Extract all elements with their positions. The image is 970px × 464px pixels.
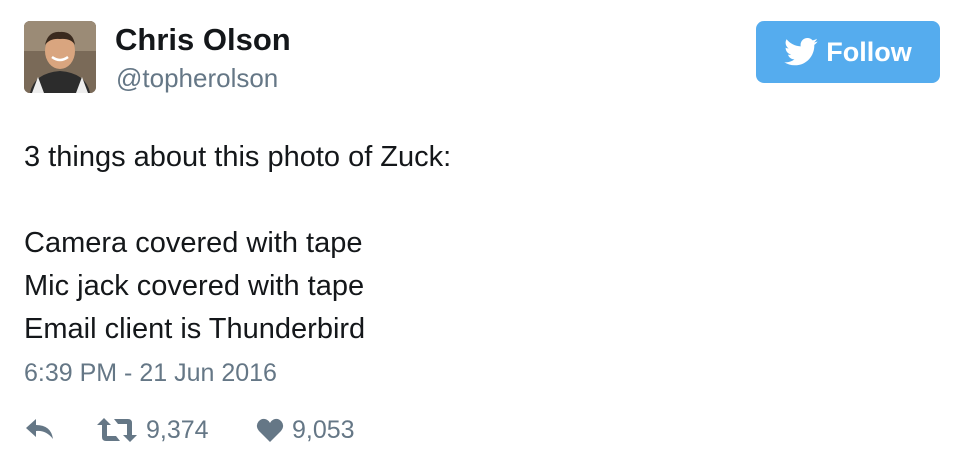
- tweet-card: Chris Olson @topherolson Follow 3 things…: [0, 0, 970, 464]
- reply-button[interactable]: [24, 412, 56, 448]
- heart-icon: [256, 418, 284, 442]
- retweet-button[interactable]: 9,374: [96, 412, 209, 448]
- tweet-line: [24, 179, 451, 222]
- tweet-actions: 9,374 9,053: [24, 412, 524, 448]
- tweet-line: Email client is Thunderbird: [24, 313, 366, 345]
- retweet-count: 9,374: [146, 415, 209, 444]
- author-name[interactable]: Chris Olson: [115, 22, 291, 58]
- tweet-line: Camera covered with tape: [24, 227, 363, 259]
- tweet-text: 3 things about this photo of Zuck: Camer…: [24, 136, 451, 351]
- author-handle[interactable]: @topherolson: [116, 62, 278, 94]
- twitter-bird-icon: [784, 38, 819, 66]
- tweet-line: 3 things about this photo of Zuck:: [24, 141, 452, 173]
- tweet-line: Mic jack covered with tape: [24, 270, 365, 302]
- profile-photo-icon: [24, 21, 96, 93]
- like-button[interactable]: 9,053: [256, 412, 355, 448]
- avatar[interactable]: [24, 21, 96, 93]
- retweet-icon: [97, 418, 137, 442]
- follow-button[interactable]: Follow: [756, 21, 940, 83]
- tweet-timestamp[interactable]: 6:39 PM - 21 Jun 2016: [24, 357, 277, 389]
- follow-label: Follow: [826, 36, 912, 67]
- reply-icon: [26, 419, 53, 439]
- like-count: 9,053: [292, 415, 355, 444]
